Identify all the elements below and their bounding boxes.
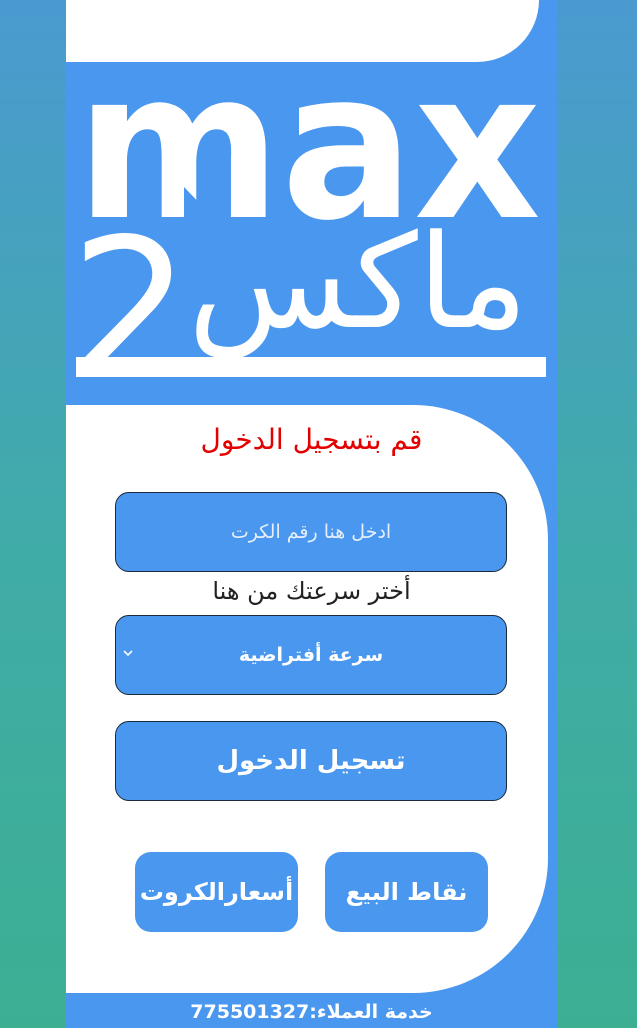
- customer-service-text: خدمة العملاء:775501327: [190, 1001, 433, 1023]
- speed-selected-value: سرعة أفتراضية: [238, 644, 384, 666]
- card-number-input[interactable]: [115, 492, 507, 572]
- points-of-sale-button[interactable]: نقاط البيع: [325, 852, 488, 932]
- brand-logo: max ماكس 2: [66, 62, 557, 404]
- speed-select[interactable]: سرعة أفتراضية: [115, 615, 507, 695]
- chevron-down-icon: [121, 646, 135, 660]
- login-button[interactable]: تسجيل الدخول: [115, 721, 507, 801]
- top-header-strip: [66, 0, 539, 62]
- logo-arabic-text: ماكس: [188, 206, 528, 359]
- speed-label: أختر سرعتك من هنا: [212, 577, 411, 605]
- logo-underline: [76, 357, 546, 377]
- card-prices-button[interactable]: أسعارالكروت: [135, 852, 298, 932]
- login-title: قم بتسجيل الدخول: [200, 423, 423, 456]
